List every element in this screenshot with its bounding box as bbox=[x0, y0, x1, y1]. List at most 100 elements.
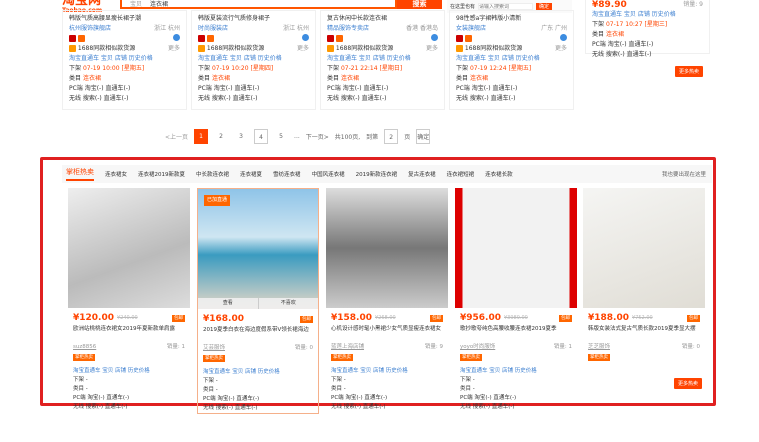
promo-text[interactable]: 1688同款相似款货源 bbox=[78, 45, 135, 52]
tmall-icon bbox=[198, 35, 205, 42]
tool-links[interactable]: 淘宝直通车 宝贝 店铺 历史价格 bbox=[198, 54, 309, 64]
page-1[interactable]: 1 bbox=[194, 129, 209, 144]
promo-text[interactable]: 1688同款相似款货源 bbox=[336, 45, 393, 52]
tool-links[interactable]: 淘宝直通车 宝贝 店铺 历史价格 bbox=[592, 10, 703, 20]
pc-stats: PC端 淘宝(-) 直通车(-) bbox=[203, 396, 260, 402]
product-title[interactable]: 韩版夏装流行气质修身裙子 bbox=[198, 14, 309, 24]
product-title[interactable]: 歌抄歌夸纯色高腰收腰连衣裙2019夏季 bbox=[455, 323, 577, 343]
price: ¥188.00 bbox=[588, 313, 629, 323]
next-page[interactable]: 下一页> bbox=[306, 132, 329, 141]
hot-tab[interactable]: 复古连衣裙 bbox=[408, 170, 436, 178]
tool-links[interactable]: 淘宝直通车 宝贝 店铺 历史价格 bbox=[331, 367, 443, 376]
top-product-card[interactable]: 韩版夏装流行气质修身裙子 时尚服装店 浙江 杭州 1688同款相似款货源 更多 淘宝… bbox=[191, 10, 316, 110]
tool-links[interactable]: 淘宝直通车 宝贝 店铺 历史价格 bbox=[460, 367, 572, 376]
more-hot-button[interactable]: 更多热卖 bbox=[675, 66, 704, 77]
product-title[interactable]: 2019夏季白衣在海边度假系带V领长裙海边 bbox=[198, 324, 318, 344]
hot-product-card[interactable]: ¥158.00 ¥268.00 包邮 心机设计感时髦小黑裙少女气质显瘦连衣裙女 蓝莲… bbox=[326, 188, 448, 412]
prev-page[interactable]: <上一页 bbox=[165, 132, 188, 141]
shop-link[interactable]: yoyo时尚服饰 bbox=[460, 343, 495, 352]
hot-tab[interactable]: 掌柜热卖 bbox=[66, 167, 94, 181]
search-query: 连衣裙 bbox=[150, 1, 169, 8]
shop-link[interactable]: 艾芸服饰 bbox=[203, 344, 225, 353]
page-2[interactable]: 2 bbox=[214, 129, 228, 144]
right-card[interactable]: ¥89.90 销量: 9 淘宝直通车 宝贝 店铺 历史价格 下架 07-17 10… bbox=[585, 0, 710, 58]
free-shipping-tag: 包邮 bbox=[687, 315, 700, 322]
product-image[interactable] bbox=[583, 188, 705, 308]
top-product-card[interactable]: 98性感a字裙韩版小清新 女装旗舰店 广东 广州 1688同款相似款货源 更多 淘宝… bbox=[449, 10, 574, 110]
more-dropdown[interactable]: 更多 bbox=[297, 44, 309, 54]
wangwang-icon[interactable] bbox=[560, 34, 567, 41]
wireless-stats: 无线 搜索(-) 直通车(-) bbox=[592, 51, 652, 58]
hot-tab[interactable]: 连衣裙2019新款夏 bbox=[138, 170, 185, 178]
page-4[interactable]: 4 bbox=[254, 129, 269, 144]
wangwang-icon[interactable] bbox=[431, 34, 438, 41]
wangwang-icon[interactable] bbox=[173, 34, 180, 41]
tool-links[interactable]: 淘宝直通车 宝贝 店铺 历史价格 bbox=[69, 54, 180, 64]
search-scope-select[interactable]: 宝贝 bbox=[130, 0, 142, 8]
hot-tab[interactable]: 2019新款连衣裙 bbox=[356, 170, 398, 178]
hot-product-card[interactable]: 已加直通 查看 不喜欢 ¥168.00 包邮 2019夏季白衣在海边度假系带V领长裙海… bbox=[197, 188, 319, 414]
hot-product-card[interactable]: ¥188.00 ¥752.00 包邮 韩版女装法式复古气质长款2019夏季显大摆 芝… bbox=[583, 188, 705, 363]
product-title[interactable]: 复古休闲中长款连衣裙 bbox=[327, 14, 438, 24]
shop-link[interactable]: 时尚服装店 bbox=[198, 24, 228, 34]
top-product-card[interactable]: 复古休闲中长款连衣裙 精品服饰专卖店 香港 香港岛 1688同款相似款货源 更多 淘… bbox=[320, 10, 445, 110]
product-image[interactable]: 已加直通 查看 不喜欢 bbox=[198, 189, 318, 309]
1688-icon bbox=[456, 45, 463, 52]
hot-tab[interactable]: 连衣裙夏 bbox=[240, 170, 262, 178]
goto-label: 到第 bbox=[366, 134, 379, 141]
more-dropdown[interactable]: 更多 bbox=[168, 44, 180, 54]
hot-tabs: 掌柜热卖 连衣裙女 连衣裙2019新款夏 中长款连衣裙 连衣裙夏 雪纺连衣裙 中国风连衣裙 2… bbox=[62, 165, 712, 183]
hot-product-card[interactable]: ¥120.00 ¥240.00 包邮 欧洲站桃桃连衣裙女2019年夏新款单肩露 su… bbox=[68, 188, 190, 412]
search-button[interactable]: 搜索 bbox=[397, 0, 442, 9]
tool-links[interactable]: 淘宝直通车 宝贝 店铺 历史价格 bbox=[456, 54, 567, 64]
slot-confirm-button[interactable]: 确定 bbox=[536, 3, 553, 10]
promo-text[interactable]: 1688同款相似款货源 bbox=[207, 45, 264, 52]
wireless-stats: 无线 搜索(-) 直通车(-) bbox=[331, 404, 386, 410]
more-dropdown[interactable]: 更多 bbox=[555, 44, 567, 54]
tool-links[interactable]: 淘宝直通车 宝贝 店铺 历史价格 bbox=[203, 368, 313, 377]
hot-tab[interactable]: 中国风连衣裙 bbox=[312, 170, 345, 178]
1688-icon bbox=[327, 45, 334, 52]
hot-tab[interactable]: 雪纺连衣裙 bbox=[273, 170, 301, 178]
top-product-card[interactable]: 韩版气质高腰显瘦长裙子潮 杭州服饰旗舰店 浙江 杭州 1688同款相似款货源 更多 … bbox=[62, 10, 187, 110]
product-image[interactable] bbox=[455, 188, 577, 308]
tool-links[interactable]: 淘宝直通车 宝贝 店铺 历史价格 bbox=[327, 54, 438, 64]
hot-tab[interactable]: 连衣裙短裙 bbox=[447, 170, 475, 178]
goto-confirm[interactable]: 确定 bbox=[416, 129, 431, 144]
hot-tab[interactable]: 连衣裙长款 bbox=[485, 170, 513, 178]
shop-link[interactable]: 精品服饰专卖店 bbox=[327, 24, 369, 34]
product-title[interactable]: 欧洲站桃桃连衣裙女2019年夏新款单肩露 bbox=[68, 323, 190, 343]
shop-link[interactable]: 芝芝服饰 bbox=[588, 343, 610, 352]
page-5[interactable]: 5 bbox=[274, 129, 288, 144]
hot-tab[interactable]: 连衣裙女 bbox=[105, 170, 127, 178]
promo-text[interactable]: 1688同款相似款货源 bbox=[465, 45, 522, 52]
wangwang-icon[interactable] bbox=[302, 34, 309, 41]
product-title[interactable]: 98性感a字裙韩版小清新 bbox=[456, 14, 567, 24]
view-button[interactable]: 查看 bbox=[198, 298, 258, 309]
shop-link[interactable]: suz8856 bbox=[73, 343, 96, 352]
shop-link[interactable]: 杭州服饰旗舰店 bbox=[69, 24, 111, 34]
dislike-button[interactable]: 不喜欢 bbox=[257, 298, 319, 309]
page-3[interactable]: 3 bbox=[234, 129, 248, 144]
product-image[interactable] bbox=[326, 188, 448, 308]
label: 类目 bbox=[198, 75, 211, 82]
shop-link[interactable]: 女装旗舰店 bbox=[456, 24, 486, 34]
product-title[interactable]: 心机设计感时髦小黑裙少女气质显瘦连衣裙女 bbox=[326, 323, 448, 343]
product-title[interactable]: 韩版气质高腰显瘦长裙子潮 bbox=[69, 14, 180, 24]
label: 下架 bbox=[69, 65, 82, 72]
more-dropdown[interactable]: 更多 bbox=[426, 44, 438, 54]
delist-info: 下架 - bbox=[460, 377, 475, 383]
free-shipping-tag: 包邮 bbox=[300, 316, 313, 323]
product-image[interactable] bbox=[68, 188, 190, 308]
search-input[interactable]: 宝贝 连衣裙 bbox=[120, 0, 397, 9]
goto-input[interactable]: 2 bbox=[384, 129, 399, 144]
hot-product-card[interactable]: ¥956.00 ¥3989.00 包邮 歌抄歌夸纯色高腰收腰连衣裙2019夏季 yo… bbox=[455, 188, 577, 412]
advertise-link[interactable]: 我也要出现在这里 bbox=[662, 170, 706, 178]
tool-links[interactable]: 淘宝直通车 宝贝 店铺 历史价格 bbox=[73, 367, 185, 376]
label: 类目 bbox=[592, 31, 605, 38]
shop-link[interactable]: 蓝莲上海店铺 bbox=[331, 343, 364, 352]
slot-input[interactable] bbox=[478, 3, 534, 10]
hot-tab[interactable]: 中长款连衣裙 bbox=[196, 170, 229, 178]
product-title[interactable]: 韩版女装法式复古气质长款2019夏季显大摆 bbox=[583, 323, 705, 343]
more-hot-button-2[interactable]: 更多热卖 bbox=[674, 378, 703, 389]
